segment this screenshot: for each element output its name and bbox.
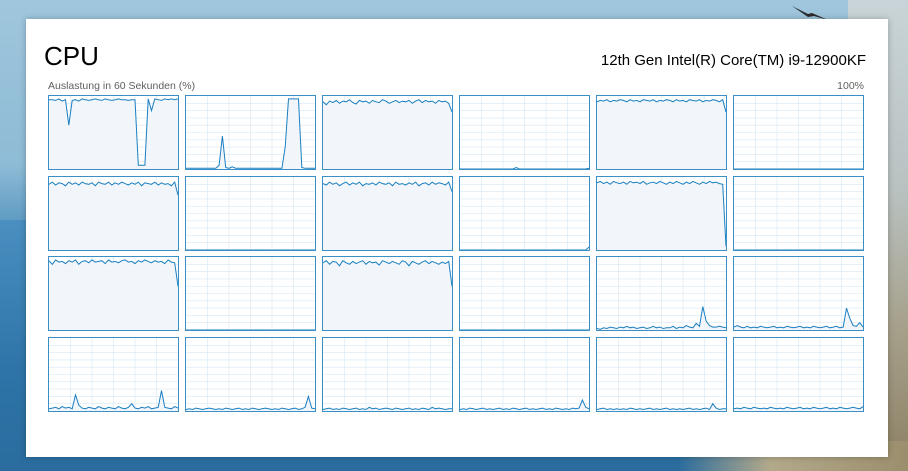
task-manager-cpu-panel: CPU 12th Gen Intel(R) Core(TM) i9-12900K… [26,19,888,457]
core-graph-svg-0 [49,96,178,169]
core-graph-10 [596,175,727,251]
core-graph-svg-23 [734,337,863,411]
core-graph-3 [459,95,590,170]
core-utilization-area [49,260,178,331]
core-graph-12 [48,256,179,332]
core-graph-svg-13 [186,257,315,331]
core-graph-svg-6 [49,176,178,250]
core-graph-7 [185,175,316,251]
core-graph-4 [596,95,727,170]
utilization-axis-max: 100% [837,80,864,92]
core-graph-svg-5 [734,96,863,169]
core-graph-svg-10 [597,176,726,250]
core-graph-svg-12 [49,257,178,331]
core-graph-svg-8 [323,176,452,250]
core-graph-2 [322,95,453,170]
core-graph-17 [733,256,864,332]
core-graph-19 [185,336,316,412]
page-title: CPU [44,41,99,71]
core-graph-11 [733,175,864,251]
core-graph-svg-20 [323,337,452,411]
core-graph-svg-19 [186,337,315,411]
core-utilization-area [323,181,452,250]
core-graph-0 [48,95,179,170]
core-graph-14 [322,256,453,332]
core-graph-svg-4 [597,96,726,169]
core-utilization-area [597,99,726,169]
core-graph-13 [185,256,316,332]
core-graph-16 [596,256,727,332]
core-graph-svg-3 [460,96,589,169]
core-utilization-area [49,98,178,169]
core-utilization-area [323,99,452,169]
core-graph-15 [459,256,590,332]
core-graph-svg-18 [49,337,178,411]
core-graph-svg-16 [597,257,726,331]
core-graph-svg-2 [323,96,452,169]
core-graph-21 [459,336,590,412]
core-graph-5 [733,95,864,170]
core-utilization-area [323,260,452,331]
core-utilization-area [597,180,726,250]
core-graph-18 [48,336,179,412]
core-graph-8 [322,175,453,251]
core-graph-svg-21 [460,337,589,411]
core-graph-svg-17 [734,257,863,331]
core-graph-svg-11 [734,176,863,250]
core-utilization-area [49,181,178,250]
core-graph-svg-14 [323,257,452,331]
core-graph-9 [459,175,590,251]
core-graph-1 [185,95,316,170]
core-graph-svg-15 [460,257,589,331]
core-graph-svg-22 [597,337,726,411]
core-graph-svg-7 [186,176,315,250]
core-graph-23 [733,336,864,412]
core-graph-svg-1 [186,96,315,169]
core-graph-20 [322,336,453,412]
cpu-model-name: 12th Gen Intel(R) Core(TM) i9-12900KF [600,52,866,69]
core-graph-22 [596,336,727,412]
utilization-axis-label: Auslastung in 60 Sekunden (%) [48,80,196,92]
logical-processor-graph-grid [48,95,864,413]
core-graph-6 [48,175,179,251]
core-graph-svg-9 [460,176,589,250]
